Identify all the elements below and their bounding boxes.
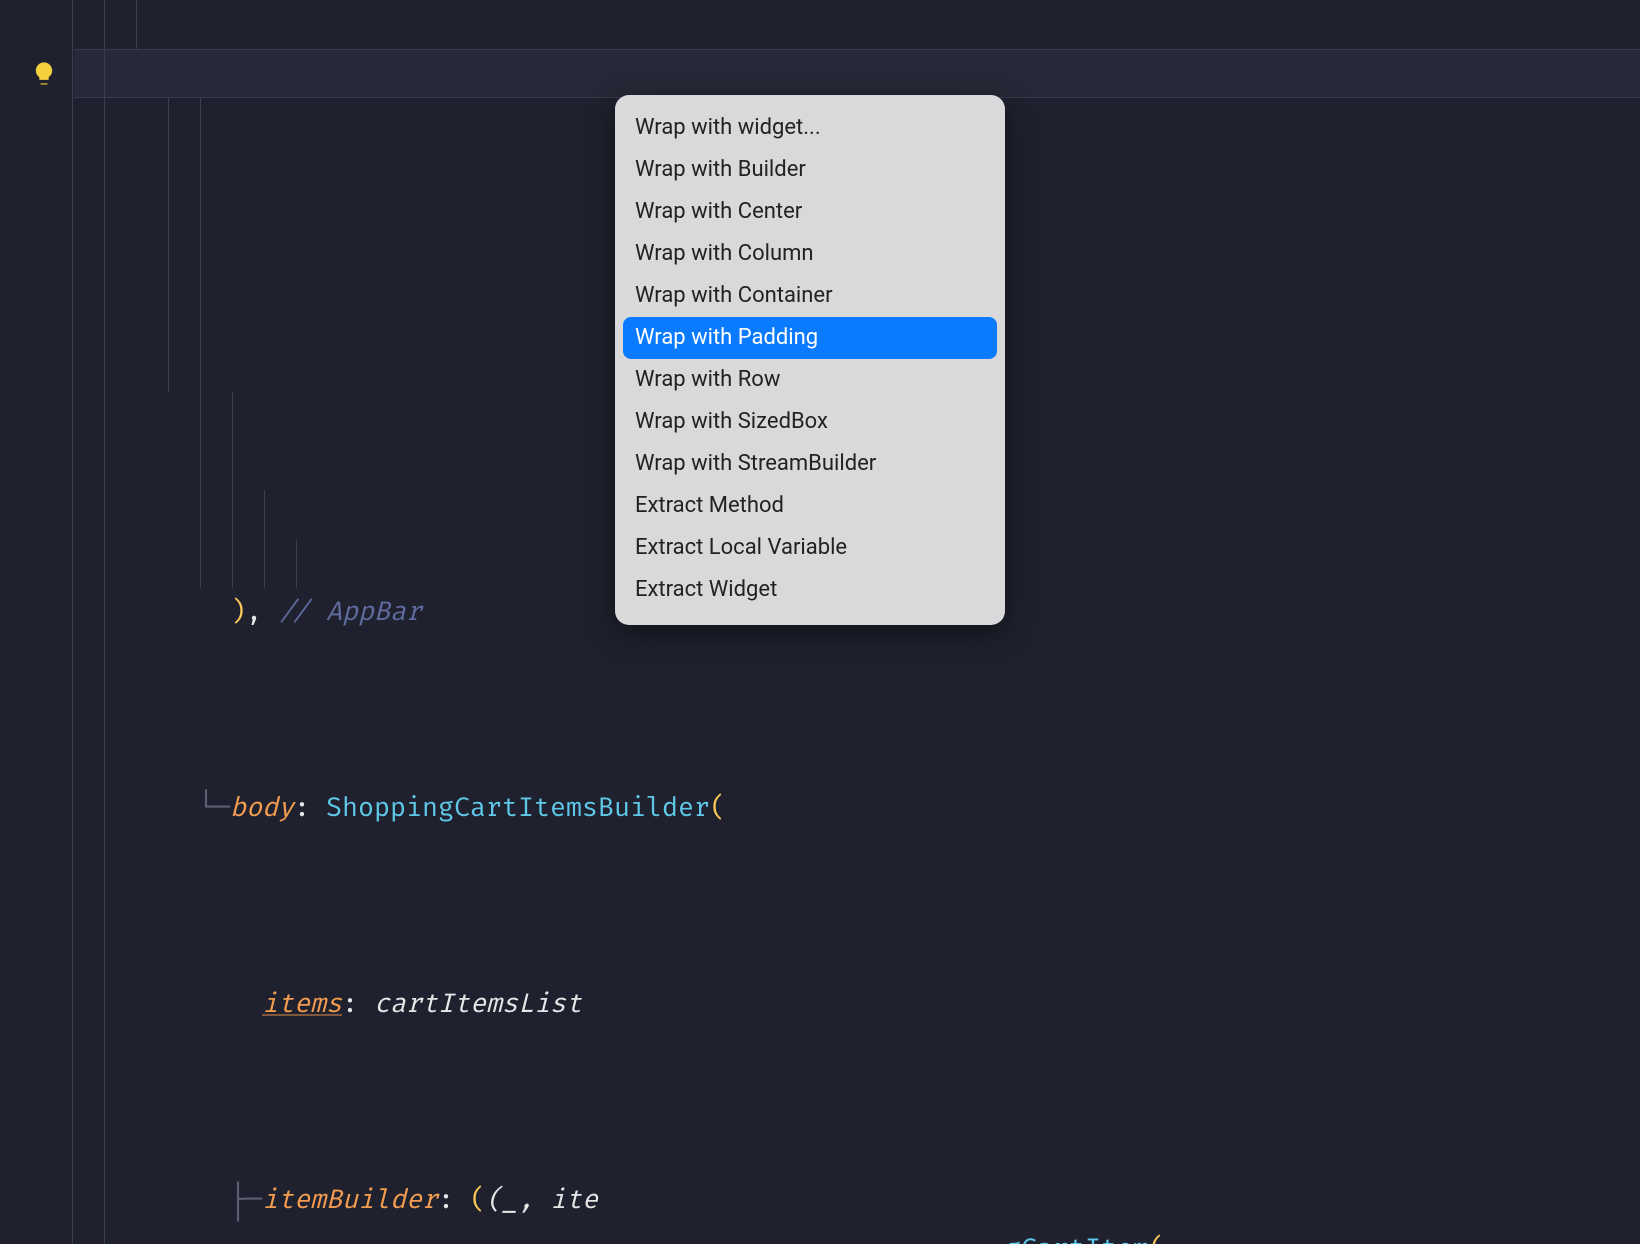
indent-guide — [168, 98, 169, 392]
popup-item-wrap-builder[interactable]: Wrap with Builder — [615, 149, 1005, 191]
lightbulb-icon[interactable] — [30, 60, 58, 88]
popup-item-wrap-container[interactable]: Wrap with Container — [615, 275, 1005, 317]
popup-item-wrap-row[interactable]: Wrap with Row — [615, 359, 1005, 401]
quick-fix-popup[interactable]: Wrap with widget... Wrap with Builder Wr… — [615, 95, 1005, 625]
indent-guide — [136, 0, 137, 49]
popup-item-wrap-widget[interactable]: Wrap with widget... — [615, 107, 1005, 149]
popup-item-extract-local-variable[interactable]: Extract Local Variable — [615, 527, 1005, 569]
editor-gutter — [0, 0, 68, 622]
popup-item-wrap-center[interactable]: Wrap with Center — [615, 191, 1005, 233]
indent-guide — [200, 98, 201, 588]
popup-item-wrap-streambuilder[interactable]: Wrap with StreamBuilder — [615, 443, 1005, 485]
code-line[interactable]: items: cartItemsList — [70, 931, 1640, 980]
popup-item-extract-widget[interactable]: Extract Widget — [615, 569, 1005, 611]
popup-item-extract-method[interactable]: Extract Method — [615, 485, 1005, 527]
popup-item-wrap-sizedbox[interactable]: Wrap with SizedBox — [615, 401, 1005, 443]
code-line[interactable]: └─body: ShoppingCartItemsBuilder( — [70, 735, 1640, 784]
popup-item-wrap-padding[interactable]: Wrap with Padding — [623, 317, 997, 359]
popup-item-wrap-column[interactable]: Wrap with Column — [615, 233, 1005, 275]
code-editor[interactable]: ), // AppBar └─body: ShoppingCartItemsBu… — [0, 0, 1640, 622]
code-line[interactable]: ├─itemBuilder: ((_, ite gCartItem( — [70, 1127, 1640, 1176]
